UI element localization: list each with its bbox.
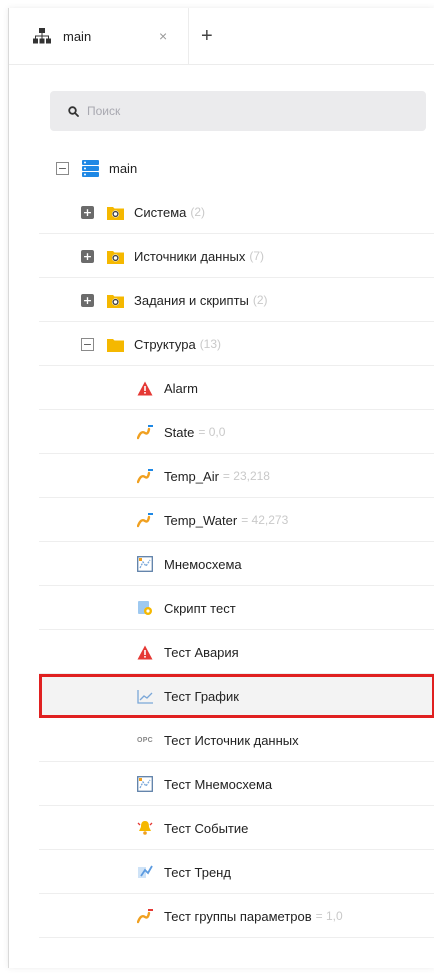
child-count: (2) [190,205,206,219]
tree-node-label: Тест Мнемосхема [164,776,273,792]
parameter-icon [136,511,154,529]
mnemonic-diagram-icon [136,775,154,793]
event-bell-icon [136,819,154,837]
collapse-toggle[interactable]: − [81,337,94,351]
tree-node-label: Тест группы параметров [164,908,312,924]
alarm-triangle-icon [136,379,154,397]
alarm-triangle-icon [136,643,154,661]
parameter-icon [136,423,154,441]
server-stack-icon [81,159,99,177]
tree-node-label: State [164,424,195,440]
tree-node-test-chart[interactable]: Тест График [39,674,434,718]
tree-node-label: Система [134,204,187,220]
object-tree: − main + Система (2) + Источники данных … [9,146,434,938]
trend-icon [136,863,154,881]
expand-toggle[interactable]: + [81,293,94,307]
tree-node-data-sources[interactable]: + Источники данных (7) [9,234,434,278]
line-chart-icon [136,687,154,705]
child-count: (13) [199,337,222,351]
parameter-value: = 1,0 [315,909,343,923]
parameter-icon [136,907,154,925]
tree-node-state[interactable]: State = 0,0 [9,410,434,454]
opc-icon: OPC [136,736,154,744]
network-tree-icon [33,28,51,44]
tab-bar: main × + [9,8,434,65]
search-icon [68,105,79,117]
tree-node-test-data-source[interactable]: OPC Тест Источник данных [9,718,434,762]
search-input[interactable]: Поиск [50,91,426,131]
tree-node-label: Тест Источник данных [164,732,299,748]
parameter-value: = 0,0 [198,425,226,439]
tree-node-label: Alarm [164,380,198,396]
add-tab-button[interactable]: + [201,26,213,46]
tree-node-test-alarm[interactable]: Тест Авария [9,630,434,674]
tree-node-mnemonic[interactable]: Мнемосхема [9,542,434,586]
tab-label: main [63,28,92,44]
expand-toggle[interactable]: + [81,249,94,263]
folder-gear-icon [106,291,124,309]
tree-node-test-mnemonic[interactable]: Тест Мнемосхема [9,762,434,806]
tree-node-label: Тест Тренд [164,864,231,880]
child-count: (2) [252,293,268,307]
tree-node-label: Структура [134,336,196,352]
child-count: (7) [249,249,265,263]
tree-node-label: Тест Событие [164,820,249,836]
mnemonic-diagram-icon [136,555,154,573]
script-icon [136,599,154,617]
tree-node-script-test[interactable]: Скрипт тест [9,586,434,630]
tree-node-test-parameter-group[interactable]: Тест группы параметров = 1,0 [9,894,434,938]
tree-node-label: Мнемосхема [164,556,242,572]
parameter-value: = 23,218 [222,469,270,483]
tab-close-icon[interactable]: × [159,28,167,44]
parameter-value: = 42,273 [241,513,289,527]
tree-node-label: Тест Авария [164,644,239,660]
tree-node-label: Источники данных [134,248,246,264]
tree-node-tasks-scripts[interactable]: + Задания и скрипты (2) [9,278,434,322]
tree-node-temp-air[interactable]: Temp_Air = 23,218 [9,454,434,498]
tree-node-test-trend[interactable]: Тест Тренд [9,850,434,894]
tree-node-label: Скрипт тест [164,600,236,616]
object-tree-panel: main × + Поиск − main + Система (2) + Ис… [8,8,434,968]
tree-node-main[interactable]: − main [9,146,434,190]
expand-toggle[interactable]: + [81,205,94,219]
collapse-toggle[interactable]: − [56,161,69,175]
folder-gear-icon [106,203,124,221]
tree-node-alarm[interactable]: Alarm [9,366,434,410]
search-placeholder: Поиск [87,104,121,118]
tree-node-temp-water[interactable]: Temp_Water = 42,273 [9,498,434,542]
tree-node-system[interactable]: + Система (2) [9,190,434,234]
tree-node-label: Temp_Air [164,468,219,484]
tree-node-test-event[interactable]: Тест Событие [9,806,434,850]
parameter-icon [136,467,154,485]
tree-node-label: Задания и скрипты [134,292,249,308]
tab-main[interactable]: main × [9,8,189,64]
tree-node-label: main [109,160,138,176]
folder-gear-icon [106,247,124,265]
tree-node-structure[interactable]: − Структура (13) [9,322,434,366]
folder-icon [106,335,124,353]
tree-node-label: Тест График [164,688,239,704]
tree-node-label: Temp_Water [164,512,238,528]
